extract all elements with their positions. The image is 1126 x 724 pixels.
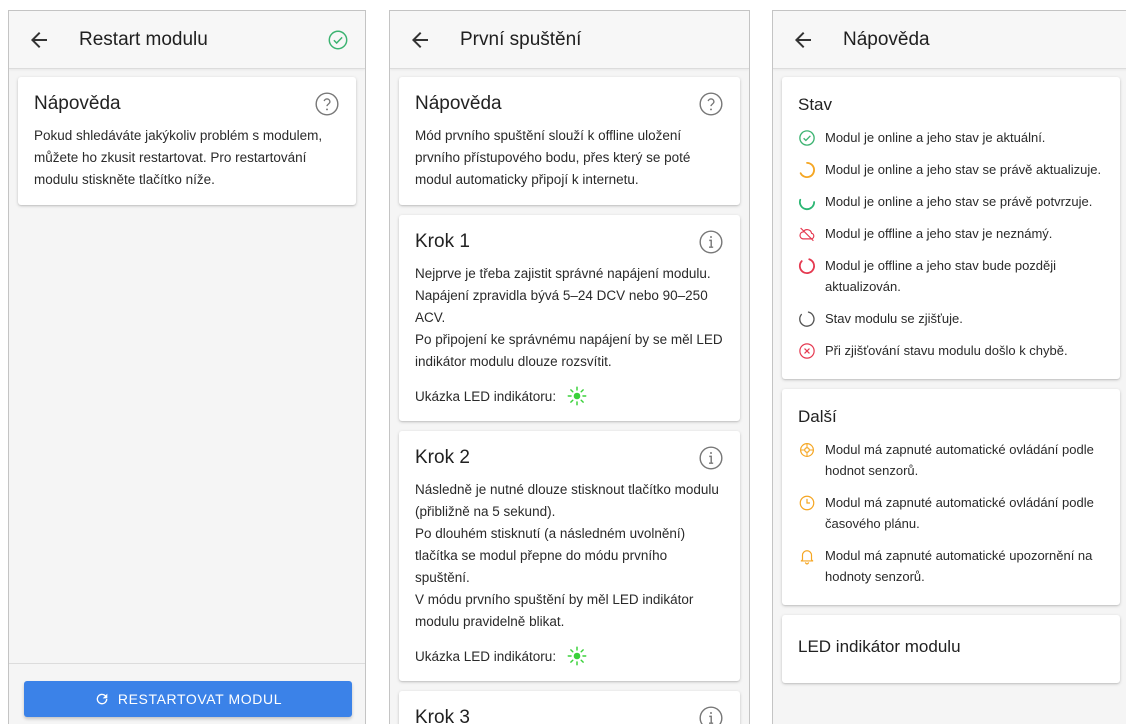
app-bar: První spuštění bbox=[390, 11, 749, 69]
info-icon[interactable] bbox=[698, 705, 724, 724]
back-arrow-icon[interactable] bbox=[791, 28, 815, 52]
list-item: Modul má zapnuté automatické ovládání po… bbox=[798, 492, 1104, 534]
list-item: Modul je offline a jeho stav je neznámý. bbox=[798, 223, 1104, 244]
help-screen: Nápověda Stav Modul je online a jeho sta… bbox=[772, 10, 1126, 724]
spinner-green-icon bbox=[798, 198, 816, 210]
first-start-screen: První spuštění Nápověda Mód prvního spuš… bbox=[389, 10, 750, 724]
restart-module-button[interactable]: RESTARTOVAT MODUL bbox=[24, 681, 352, 717]
step-text: Po dlouhém stisknutí (a následném uvolně… bbox=[415, 526, 686, 585]
led-preview-label: Ukázka LED indikátoru: bbox=[415, 648, 557, 664]
restart-button-label: RESTARTOVAT MODUL bbox=[117, 691, 283, 707]
item-text: Modul má zapnuté automatické upozornění … bbox=[825, 548, 1093, 584]
clock-icon bbox=[799, 495, 815, 511]
item-text: Modul je offline a jeho stav je neznámý. bbox=[825, 226, 1053, 241]
spinner-red-icon bbox=[799, 258, 815, 274]
back-arrow-icon[interactable] bbox=[27, 28, 51, 52]
item-text: Modul má zapnuté automatické ovládání po… bbox=[825, 442, 1094, 478]
step-text: Následně je nutné dlouze stisknout tlačí… bbox=[415, 482, 719, 519]
help-icon[interactable] bbox=[314, 91, 340, 117]
item-text: Modul má zapnuté automatické ovládání po… bbox=[825, 495, 1094, 531]
other-section-card: Další Modul má zapnuté automatické ovlád… bbox=[782, 389, 1120, 605]
info-icon[interactable] bbox=[698, 229, 724, 255]
step-title: Krok 2 bbox=[415, 447, 470, 468]
led-section-card: LED indikátor modulu bbox=[782, 615, 1120, 683]
step-card: Krok 1 Nejprve je třeba zajistit správné… bbox=[399, 215, 740, 421]
list-item: Modul je offline a jeho stav bude pozděj… bbox=[798, 255, 1104, 297]
spinner-orange-icon bbox=[799, 161, 815, 178]
step-text: V módu prvního spuštění by měl LED indik… bbox=[415, 592, 694, 629]
section-title: Stav bbox=[798, 95, 833, 114]
bottom-bar: RESTARTOVAT MODUL bbox=[9, 663, 365, 724]
restart-module-screen: Restart modulu Nápověda Pokud shledáváte… bbox=[8, 10, 366, 724]
refresh-icon bbox=[96, 693, 108, 705]
app-bar: Nápověda bbox=[773, 11, 1126, 69]
step-text: Nejprve je třeba zajistit správné napáje… bbox=[415, 266, 711, 325]
help-icon[interactable] bbox=[698, 91, 724, 117]
led-preview-row: Ukázka LED indikátoru: bbox=[415, 385, 724, 407]
item-text: Modul je online a jeho stav je aktuální. bbox=[825, 130, 1046, 145]
step-title: Krok 3 bbox=[415, 707, 470, 724]
list-item: Modul má zapnuté automatické upozornění … bbox=[798, 545, 1104, 587]
item-text: Modul je online a jeho stav se právě akt… bbox=[825, 162, 1102, 177]
spinner-grey-icon bbox=[799, 311, 815, 327]
item-text: Při zjišťování stavu modulu došlo k chyb… bbox=[825, 343, 1068, 358]
bell-icon bbox=[800, 550, 814, 565]
page-title: První spuštění bbox=[460, 28, 582, 50]
item-text: Modul je online a jeho stav se právě pot… bbox=[825, 194, 1093, 209]
help-card: Nápověda Pokud shledáváte jakýkoliv prob… bbox=[18, 77, 356, 205]
page-title: Restart modulu bbox=[79, 28, 208, 50]
list-item: Stav modulu se zjišťuje. bbox=[798, 308, 1104, 329]
led-preview-row: Ukázka LED indikátoru: bbox=[415, 645, 724, 667]
item-text: Modul je offline a jeho stav bude pozděj… bbox=[825, 258, 1057, 294]
cloud-off-icon bbox=[799, 227, 815, 242]
led-preview-label: Ukázka LED indikátoru: bbox=[415, 388, 557, 404]
error-circle-icon bbox=[799, 343, 815, 359]
step-card: Krok 3 bbox=[399, 691, 740, 724]
list-item: Modul je online a jeho stav se právě akt… bbox=[798, 159, 1104, 180]
led-light-icon bbox=[567, 646, 587, 666]
page-title: Nápověda bbox=[843, 28, 930, 50]
status-section-card: Stav Modul je online a jeho stav je aktu… bbox=[782, 77, 1120, 379]
section-title: LED indikátor modulu bbox=[798, 637, 961, 656]
card-title: Nápověda bbox=[415, 93, 502, 114]
card-text: Mód prvního spuštění slouží k offline ul… bbox=[415, 128, 691, 187]
step-title: Krok 1 bbox=[415, 231, 470, 252]
check-circle-icon bbox=[799, 130, 815, 146]
list-item: Modul je online a jeho stav se právě pot… bbox=[798, 191, 1104, 212]
sensor-auto-icon bbox=[800, 443, 814, 457]
step-card: Krok 2 Následně je nutné dlouze stisknou… bbox=[399, 431, 740, 681]
app-bar: Restart modulu bbox=[9, 11, 365, 69]
help-card: Nápověda Mód prvního spuštění slouží k o… bbox=[399, 77, 740, 205]
info-icon[interactable] bbox=[698, 445, 724, 471]
card-title: Nápověda bbox=[34, 93, 121, 114]
led-light-icon bbox=[567, 386, 587, 406]
list-item: Při zjišťování stavu modulu došlo k chyb… bbox=[798, 340, 1104, 361]
step-text: Po připojení ke správnému napájení by se… bbox=[415, 332, 723, 369]
card-text: Pokud shledáváte jakýkoliv problém s mod… bbox=[34, 128, 323, 187]
item-text: Stav modulu se zjišťuje. bbox=[825, 311, 963, 326]
list-item: Modul má zapnuté automatické ovládání po… bbox=[798, 439, 1104, 481]
list-item: Modul je online a jeho stav je aktuální. bbox=[798, 127, 1104, 148]
section-title: Další bbox=[798, 407, 837, 426]
check-circle-icon bbox=[328, 30, 348, 49]
back-arrow-icon[interactable] bbox=[408, 28, 432, 52]
